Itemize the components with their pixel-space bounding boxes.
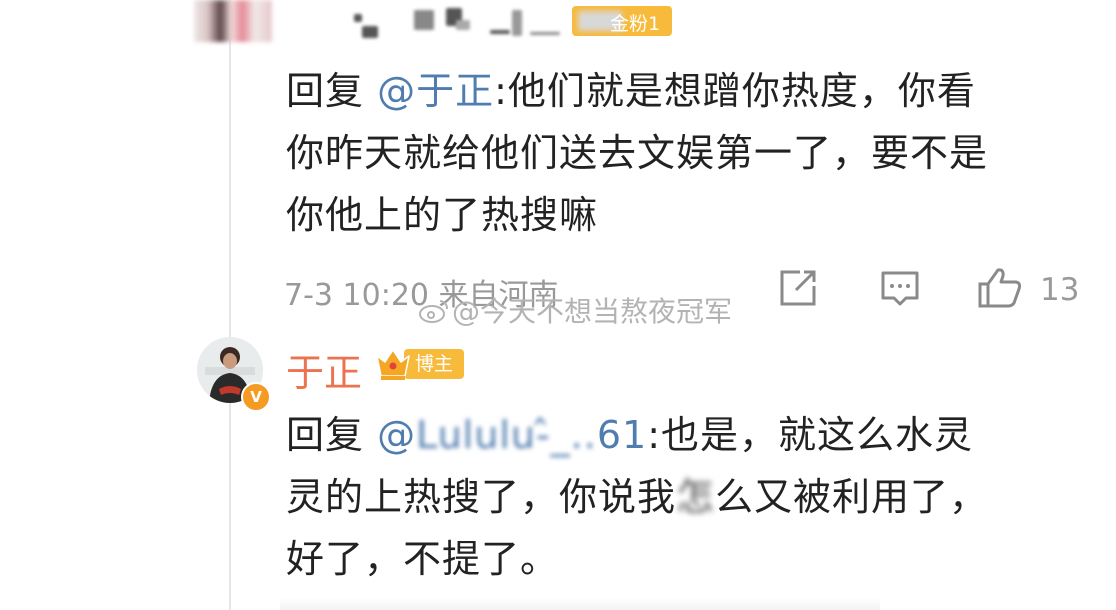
like-icon	[976, 268, 1024, 314]
fan-badge: 金粉1	[572, 6, 672, 36]
comment-line-1: :他们就是想蹭你热度，你看	[494, 69, 976, 113]
comment-line-3: 你他上的了热搜嘛	[286, 193, 599, 237]
reply-line-2a: 灵的上热搜了，你说我	[286, 475, 677, 519]
comment-icon	[878, 271, 922, 314]
author-name[interactable]: 于正	[286, 342, 362, 397]
comment-timestamp: 7-3 10:20	[284, 278, 429, 313]
blogger-badge-label: 博主	[404, 349, 464, 379]
share-icon	[776, 270, 820, 314]
comment-text: 回复 @于正:他们就是想蹭你热度，你看 你昨天就给他们送去文娱第一了，要不是 你…	[286, 60, 1086, 246]
thread-line	[229, 0, 231, 610]
reply-line-1: :也是，就这么水灵	[647, 413, 974, 457]
reply-prefix: 回复	[286, 69, 378, 113]
watermark-text: @今天不想当熬夜冠军	[452, 295, 733, 328]
commenter-name[interactable]	[340, 6, 560, 40]
watermark: @今天不想当熬夜冠军	[418, 290, 732, 332]
comment-button[interactable]	[878, 266, 922, 310]
next-comment-edge	[280, 598, 880, 610]
blurred-username: Lululu-̂_..	[416, 413, 597, 457]
reply-text: 回复 @Lululu-̂_..61:也是，就这么水灵 灵的上热搜了，你说我怎么又…	[286, 404, 1086, 590]
reply-prefix: 回复	[286, 413, 378, 457]
mention-link[interactable]: @于正	[377, 69, 494, 113]
mention-link[interactable]: @Lululu-̂_..61	[377, 413, 647, 457]
verified-icon: V	[241, 382, 271, 412]
reply-line-2b: 怎	[676, 475, 716, 519]
blogger-badge: 博主	[374, 346, 466, 382]
weibo-logo-icon	[418, 297, 450, 332]
reply-line-3: 好了，不提了。	[286, 537, 560, 581]
reply-line-2c: 么又被利用了，	[715, 475, 989, 519]
like-count: 13	[1040, 272, 1080, 308]
like-button[interactable]	[976, 266, 1024, 310]
comment-line-2: 你昨天就给他们送去文娱第一了，要不是	[286, 131, 989, 175]
fan-badge-label: 金粉1	[610, 13, 661, 35]
share-button[interactable]	[776, 266, 820, 310]
commenter-avatar[interactable]	[194, 0, 272, 42]
